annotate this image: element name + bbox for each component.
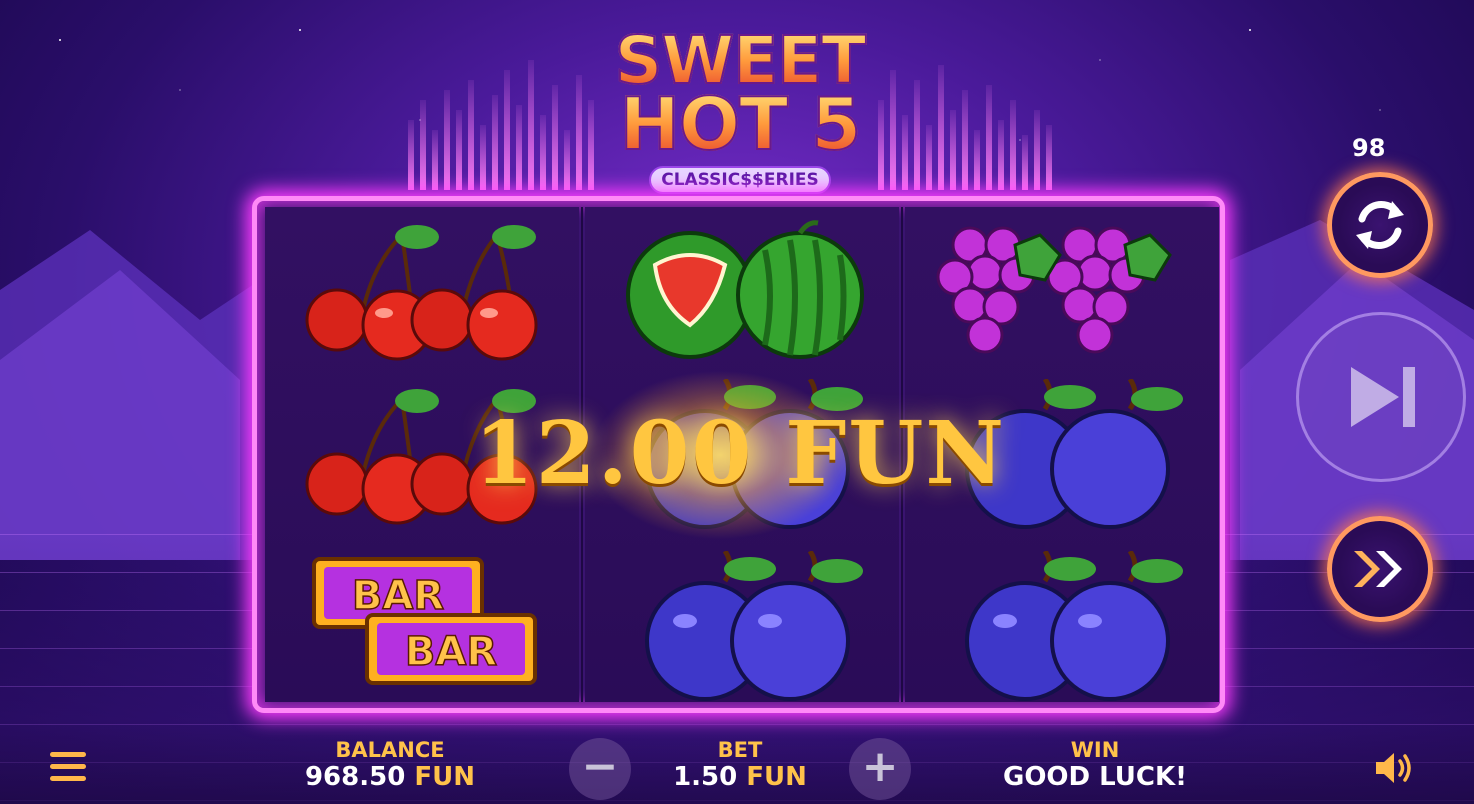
watermelon-icon (626, 220, 864, 359)
sound-toggle-button[interactable] (1372, 748, 1416, 788)
svg-text:BAR: BAR (352, 573, 444, 619)
cherry-symbol (292, 215, 552, 365)
bar-bar-icon: BAR BAR (312, 557, 537, 685)
autoplay-refresh-icon (1356, 201, 1404, 249)
win-amount-display: 12.00 FUN (474, 403, 1006, 504)
fast-forward-icon (1354, 551, 1402, 587)
plum-icon (645, 551, 863, 701)
grapes-icon (936, 226, 1172, 354)
autoplay-spin-counter: 98 (1352, 134, 1386, 162)
balance-display: BALANCE 968.50 FUN (290, 738, 490, 792)
bet-increase-button[interactable]: + (849, 738, 911, 800)
autoplay-button[interactable] (1327, 172, 1433, 278)
skip-forward-icon (1351, 367, 1415, 427)
menu-icon-bar (50, 776, 86, 781)
cherry-icon (305, 225, 538, 361)
game-logo: SWEET HOT 5 CLASSIC$$ERIES (590, 26, 890, 211)
win-value: GOOD LUCK! (1002, 762, 1188, 792)
logo-title-line2: HOT 5 (590, 87, 890, 161)
plum-icon (965, 551, 1183, 701)
plum-symbol (615, 551, 875, 701)
skip-spin-button[interactable] (1296, 312, 1466, 482)
bet-value: 1.50 (673, 762, 738, 792)
bar-bar-symbol: BAR BAR (292, 551, 552, 701)
grapes-symbol (935, 215, 1195, 365)
balance-value: 968.50 (304, 762, 406, 792)
menu-button[interactable] (50, 752, 86, 784)
plum-symbol (935, 551, 1195, 701)
balance-label: BALANCE (335, 738, 445, 762)
bet-display: BET 1.50 FUN (660, 738, 820, 792)
bet-currency: FUN (746, 762, 807, 792)
watermelon-symbol (615, 215, 875, 365)
svg-text:BAR: BAR (405, 629, 497, 675)
win-display: WIN GOOD LUCK! (990, 738, 1200, 792)
balance-currency: FUN (414, 762, 476, 792)
bet-value-line: 1.50 FUN (660, 762, 820, 792)
menu-icon-bar (50, 752, 86, 757)
turbo-button[interactable] (1327, 516, 1433, 622)
balance-value-line: 968.50 FUN (290, 762, 490, 792)
win-label: WIN (1070, 738, 1120, 762)
bet-decrease-button[interactable]: − (569, 738, 631, 800)
menu-icon-bar (50, 764, 86, 769)
bet-label: BET (717, 738, 763, 762)
logo-series-badge: CLASSIC$$ERIES (649, 166, 831, 194)
speaker-icon (1376, 753, 1411, 783)
